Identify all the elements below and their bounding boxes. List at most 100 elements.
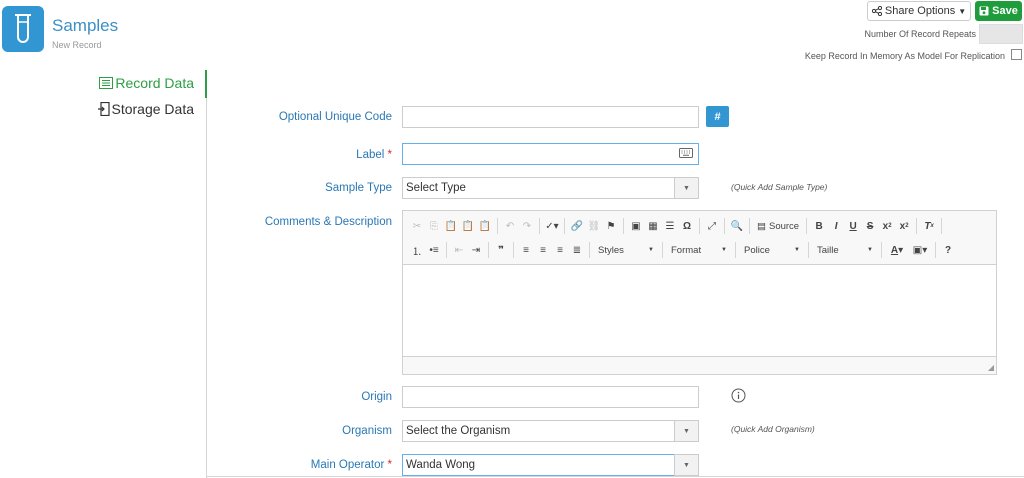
format-dropdown[interactable]: Format ▼ (667, 241, 731, 259)
chevron-down-icon: ▼ (674, 421, 698, 441)
test-tube-icon (15, 14, 31, 43)
share-icon (871, 6, 882, 16)
unlink-icon[interactable]: ⛓ (586, 217, 602, 235)
anchor-flag-icon[interactable]: ⚑ (603, 217, 619, 235)
keyboard-icon[interactable] (679, 148, 693, 158)
size-label: Taille (817, 244, 839, 256)
save-button[interactable]: Save (975, 1, 1022, 21)
organism-select[interactable]: Select the Organism ▼ (402, 420, 699, 442)
align-right-icon[interactable]: ≡ (552, 241, 568, 259)
toolbar-separator (623, 218, 624, 234)
toolbar-separator (881, 242, 882, 258)
keep-in-memory-checkbox[interactable] (1011, 49, 1022, 60)
rich-text-editor[interactable]: ✂ ⎘ 📋 📋 📋 ↶ ↷ ✓▾ 🔗 ⛓ ⚑ ▣ ▦ ☰ Ω ⤢ 🔍 ▤ Sour… (402, 210, 997, 375)
copy-icon[interactable]: ⎘ (426, 217, 442, 235)
toolbar-separator (589, 242, 590, 258)
align-justify-icon[interactable]: ≣ (569, 241, 585, 259)
numbered-list-icon[interactable]: ⒈ (409, 241, 425, 259)
save-label: Save (992, 5, 1018, 17)
special-char-icon[interactable]: Ω (679, 217, 695, 235)
sample-type-label: Sample Type (325, 182, 392, 194)
storage-door-icon (97, 102, 110, 116)
remove-format-icon[interactable]: Tx (921, 217, 937, 235)
link-icon[interactable]: 🔗 (569, 217, 585, 235)
organism-label: Organism (342, 425, 392, 437)
bulleted-list-icon[interactable]: •≡ (426, 241, 442, 259)
caret-down-icon: ▼ (867, 247, 873, 253)
toolbar-separator (808, 242, 809, 258)
paste-text-icon[interactable]: 📋 (460, 217, 476, 235)
editor-content-area[interactable] (403, 265, 996, 356)
toolbar-separator (749, 218, 750, 234)
blockquote-icon[interactable]: ❞ (493, 241, 509, 259)
background-color-icon[interactable]: ▣▾ (909, 241, 931, 259)
maximize-icon[interactable]: ⤢ (704, 217, 720, 235)
label-input[interactable] (402, 143, 699, 165)
text-color-icon[interactable]: A ▾ (886, 241, 908, 259)
cut-icon[interactable]: ✂ (409, 217, 425, 235)
source-button[interactable]: ▤ Source (754, 221, 802, 232)
toolbar-separator (662, 242, 663, 258)
floppy-disk-icon (979, 6, 989, 16)
sample-type-value: Select Type (406, 182, 466, 194)
nav-storage-data-label: Storage Data (111, 101, 195, 117)
horizontal-line-icon[interactable]: ☰ (662, 217, 678, 235)
outdent-icon[interactable]: ⇤ (451, 241, 467, 259)
quick-add-organism-link[interactable]: (Quick Add Organism) (731, 424, 815, 434)
toolbar-separator (916, 218, 918, 234)
superscript-icon[interactable]: x2 (896, 217, 912, 235)
font-dropdown[interactable]: Police ▼ (740, 241, 804, 259)
help-icon[interactable]: ? (940, 241, 956, 259)
undo-icon[interactable]: ↶ (502, 217, 518, 235)
editor-footer: ◢ (403, 356, 996, 374)
font-label: Police (744, 244, 770, 256)
table-icon[interactable]: ▦ (645, 217, 661, 235)
underline-icon[interactable]: U (845, 217, 861, 235)
redo-icon[interactable]: ↷ (519, 217, 535, 235)
info-icon[interactable] (731, 388, 746, 403)
paste-icon[interactable]: 📋 (443, 217, 459, 235)
paste-word-icon[interactable]: 📋 (477, 217, 493, 235)
resize-handle-icon[interactable]: ◢ (988, 363, 994, 372)
share-options-label: Share Options (884, 5, 956, 17)
subscript-icon[interactable]: x2 (879, 217, 895, 235)
sample-type-select[interactable]: Select Type ▼ (402, 177, 699, 199)
styles-dropdown[interactable]: Styles ▼ (594, 241, 658, 259)
image-icon[interactable]: ▣ (628, 217, 644, 235)
chevron-down-icon: ▼ (674, 178, 698, 198)
bold-icon[interactable]: B (811, 217, 827, 235)
toolbar-separator (806, 218, 808, 234)
styles-label: Styles (598, 244, 624, 256)
indent-icon[interactable]: ⇥ (468, 241, 484, 259)
strikethrough-icon[interactable]: S (862, 217, 878, 235)
size-dropdown[interactable]: Taille ▼ (813, 241, 877, 259)
share-options-button[interactable]: Share Options ▼ (867, 1, 971, 21)
unique-code-label: Optional Unique Code (278, 111, 392, 123)
main-operator-label: Main Operator * (311, 459, 392, 471)
align-center-icon[interactable]: ≡ (535, 241, 551, 259)
nav-divider (206, 70, 207, 478)
editor-toolbar: ✂ ⎘ 📋 📋 📋 ↶ ↷ ✓▾ 🔗 ⛓ ⚑ ▣ ▦ ☰ Ω ⤢ 🔍 ▤ Sour… (403, 211, 996, 265)
italic-icon[interactable]: I (828, 217, 844, 235)
unique-code-input[interactable] (402, 106, 699, 128)
preview-icon[interactable]: 🔍 (729, 217, 745, 235)
samples-app-icon (2, 6, 44, 52)
nav-storage-data[interactable]: Storage Data (97, 101, 195, 117)
quick-add-sample-type-link[interactable]: (Quick Add Sample Type) (731, 182, 827, 192)
main-operator-text: Main Operator (310, 459, 385, 471)
origin-input[interactable] (402, 386, 699, 408)
toolbar-separator (941, 218, 943, 234)
caret-down-icon: ▼ (958, 6, 967, 16)
nav-record-data[interactable]: Record Data (99, 75, 194, 91)
align-left-icon[interactable]: ≡ (518, 241, 534, 259)
main-operator-select[interactable]: Wanda Wong (402, 454, 675, 476)
main-operator-dropdown-toggle[interactable]: ▼ (674, 454, 699, 476)
toolbar-separator (539, 218, 540, 234)
organism-value: Select the Organism (406, 425, 511, 437)
caret-down-icon: ▼ (794, 247, 800, 253)
record-repeats-input[interactable] (979, 24, 1023, 44)
generate-code-button[interactable]: # (706, 106, 729, 127)
list-alt-icon (99, 77, 114, 89)
caret-down-icon: ▼ (721, 247, 727, 253)
spellcheck-icon[interactable]: ✓▾ (544, 217, 560, 235)
